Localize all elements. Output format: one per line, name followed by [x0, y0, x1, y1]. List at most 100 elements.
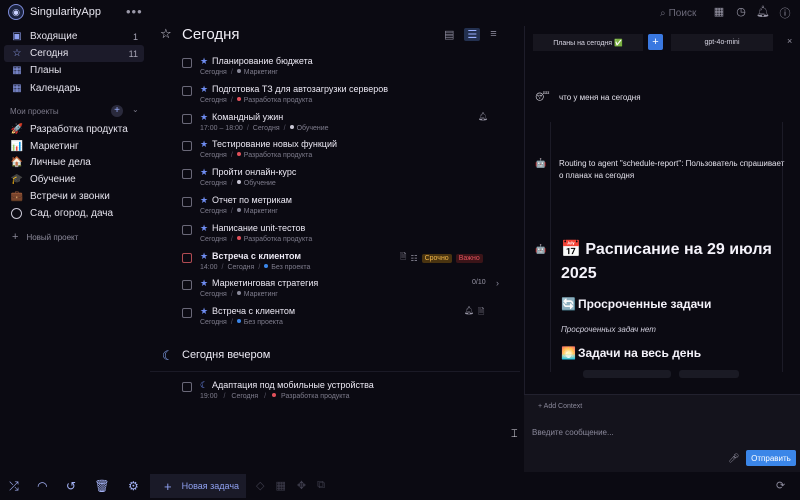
microphone-icon[interactable]: 🎤︎	[728, 453, 739, 464]
project-item-dev[interactable]: 🚀 Разработка продукта	[10, 121, 144, 138]
sidebar-item-plans[interactable]: ▦ Планы	[4, 62, 144, 79]
project-dot	[272, 393, 277, 397]
chevron-right-icon[interactable]: ›	[496, 278, 499, 288]
copy-icon[interactable]: ⧉	[317, 479, 325, 492]
task-chip	[583, 370, 671, 378]
project-item-personal[interactable]: 🏠 Личные дела	[10, 154, 144, 171]
task-checkbox[interactable]	[182, 86, 192, 96]
sidebar-item-label: Планы	[30, 65, 62, 76]
bell-icon: 🔔︎	[478, 112, 489, 121]
model-select[interactable]: gpt-4o-mini	[671, 34, 773, 51]
task-meta: 14:00/Сегодня / Без проекта	[200, 264, 311, 271]
note-icon: 🗎	[400, 252, 407, 261]
info-icon[interactable]: ⓘ	[778, 5, 792, 21]
add-project-icon[interactable]: +	[111, 105, 123, 117]
task-title: Встреча с клиентом	[212, 251, 302, 261]
project-dot	[236, 319, 241, 323]
sidebar-item-today[interactable]: ☆ Сегодня 11	[4, 45, 144, 62]
bot-avatar-icon: 🤖	[535, 244, 547, 254]
shuffle-icon[interactable]: ⤮	[9, 479, 19, 494]
signal-icon[interactable]: ◠	[37, 479, 47, 493]
new-project-button[interactable]: + Новый проект	[12, 231, 78, 243]
app-logo-icon: ◉	[8, 4, 24, 20]
task-meta: Сегодня / Маркетинг	[200, 291, 278, 298]
star-icon: ★	[200, 84, 209, 94]
task-row[interactable]: ★ Написание unit-тестов Сегодня / Разработ…	[150, 223, 520, 250]
task-checkbox[interactable]	[182, 308, 192, 318]
new-chat-button[interactable]: +	[648, 34, 663, 50]
project-item-learning[interactable]: 🎓 Обучение	[10, 171, 144, 188]
project-dot	[236, 180, 241, 184]
list-view-icon[interactable]: ☰	[464, 28, 481, 41]
task-checkbox[interactable]	[182, 225, 192, 235]
project-item-meetings[interactable]: 💼 Встречи и звонки	[10, 188, 144, 205]
task-checkbox[interactable]	[182, 382, 192, 392]
project-dot	[289, 125, 294, 129]
project-label: Встречи и звонки	[30, 191, 110, 202]
bell-icon[interactable]: 🔔︎	[756, 5, 770, 21]
project-label: Маркетинг	[30, 141, 79, 152]
priority-icon[interactable]: ◇	[256, 479, 264, 492]
message-input[interactable]	[532, 423, 792, 441]
task-row[interactable]: ★ Подготовка ТЗ для автозагрузки серверо…	[150, 84, 520, 111]
gear-icon[interactable]: ⚙	[128, 479, 139, 493]
task-checkbox[interactable]	[182, 280, 192, 290]
task-row[interactable]: ★ Командный ужин 17:00 – 18:00/Сегодня / О…	[150, 112, 520, 139]
chat-tab[interactable]: Планы на сегодня ✅	[533, 34, 643, 51]
calendar-icon[interactable]: ▦	[275, 479, 285, 492]
task-row[interactable]: ★ Встреча с клиентом 14:00/Сегодня / Без п…	[150, 251, 520, 278]
add-context-button[interactable]: + Add Context	[538, 403, 582, 410]
task-row[interactable]: ★ Встреча с клиентом Сегодня / Без проекта…	[150, 306, 520, 333]
close-icon[interactable]: ×	[787, 36, 792, 46]
trash-icon[interactable]: 🗑︎	[94, 479, 109, 493]
sidebar-item-calendar[interactable]: ▦ Календарь	[4, 80, 144, 97]
task-row[interactable]: ★ Тестирование новых функций Сегодня / Раз…	[150, 139, 520, 166]
task-title: Адаптация под мобильные устройства	[212, 380, 374, 390]
important-badge: Важно	[455, 253, 483, 263]
project-item-garden[interactable]: Сад, огород, дача	[10, 205, 144, 222]
task-row[interactable]: ★ Маркетинговая стратегия Сегодня / Маркет…	[150, 278, 520, 305]
search-box[interactable]: ⌕ Поиск	[660, 4, 706, 22]
sidebar-item-count: 11	[128, 48, 138, 59]
chevron-down-icon[interactable]: ⌄	[132, 105, 139, 114]
plus-icon: +	[164, 478, 172, 494]
timer-icon[interactable]: ◷	[734, 5, 748, 21]
project-dot	[236, 291, 241, 295]
task-row[interactable]: ☾ Адаптация под мобильные устройства 19:…	[150, 380, 520, 407]
star-icon: ★	[200, 112, 209, 122]
subtask-count: 0/10	[472, 279, 486, 286]
task-checkbox[interactable]	[182, 114, 192, 124]
task-row[interactable]: ★ Пройти онлайн-курс Сегодня / Обучение	[150, 167, 520, 194]
task-checkbox[interactable]	[182, 197, 192, 207]
task-meta: Сегодня / Разработка продукта	[200, 236, 313, 243]
sidebar-item-inbox[interactable]: ▣ Входящие 1	[4, 28, 144, 45]
schedule-title: 📅 Расписание на 29 июля 2025	[561, 241, 772, 282]
task-checkbox[interactable]	[182, 58, 192, 68]
project-item-marketing[interactable]: 📊 Маркетинг	[10, 138, 144, 155]
calendar-icon: ▦	[12, 83, 22, 94]
task-row[interactable]: ★ Планирование бюджета Сегодня / Маркетинг	[150, 56, 520, 83]
house-icon: 🏠	[10, 157, 24, 168]
task-checkbox[interactable]	[182, 141, 192, 151]
refresh-icon[interactable]: ⟳	[776, 479, 785, 492]
send-button[interactable]: Отправить	[746, 450, 796, 466]
app-menu-icon[interactable]: •••	[126, 4, 143, 19]
evening-section-header[interactable]: ☾ Сегодня вечером	[150, 344, 520, 370]
move-icon[interactable]: ✥	[297, 479, 306, 492]
new-task-button[interactable]: + Новая задача	[150, 474, 246, 498]
task-checkbox[interactable]	[182, 169, 192, 179]
star-icon: ★	[200, 56, 209, 66]
sidebar-item-label: Календарь	[30, 83, 81, 94]
project-label: Обучение	[30, 174, 76, 185]
task-meta: Сегодня / Маркетинг	[200, 69, 278, 76]
message-text: Routing to agent "schedule-report": Поль…	[559, 159, 785, 180]
circle-icon	[11, 208, 22, 219]
calendar-icon[interactable]: ▦	[712, 5, 726, 21]
filter-icon[interactable]: ≡	[490, 28, 496, 41]
brand[interactable]: ◉ SingularityApp	[8, 4, 101, 20]
task-row[interactable]: ★ Отчет по метрикам Сегодня / Маркетинг	[150, 195, 520, 222]
task-meta: Сегодня / Разработка продукта	[200, 152, 313, 159]
task-checkbox[interactable]	[182, 253, 192, 263]
history-icon[interactable]: ↺	[66, 479, 76, 493]
board-view-icon[interactable]: ▤	[444, 28, 454, 41]
